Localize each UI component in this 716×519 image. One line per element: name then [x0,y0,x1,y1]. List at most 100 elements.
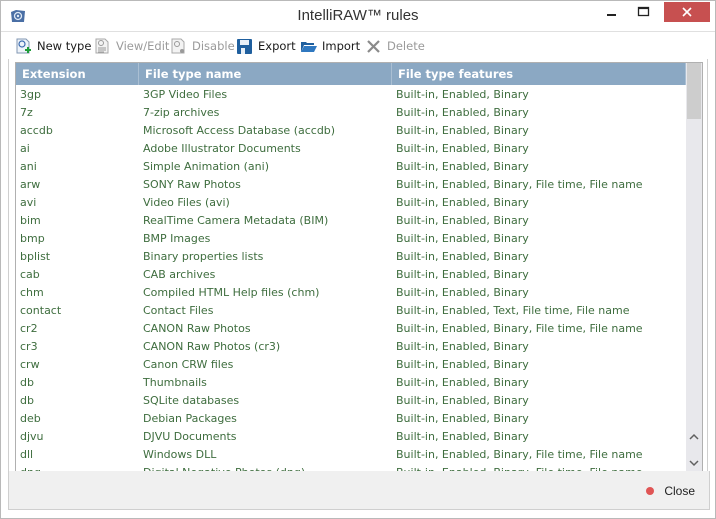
file-types-table: Extension File type name File type featu… [15,62,703,472]
table-row[interactable]: arw SONY Raw Photos Built-in, Enabled, Bin… [16,176,686,194]
scroll-up-arrow-icon[interactable] [686,429,702,445]
cell-file-type-features: Built-in, Enabled, Binary [396,214,529,227]
column-header-extension[interactable]: Extension [16,63,139,85]
cell-file-type-features: Built-in, Enabled, Binary [396,88,529,101]
table-row[interactable]: chm Compiled HTML Help files (chm) Built-i… [16,284,686,302]
cell-extension: dng [16,464,139,471]
table-row[interactable]: bplist Binary properties lists Built-in, E… [16,248,686,266]
disable-icon [171,38,185,53]
table-row[interactable]: bmp BMP Images Built-in, Enabled, Binary [16,230,686,248]
maximize-button[interactable] [628,2,658,22]
cell-file-type-features: Built-in, Enabled, Binary [396,340,529,353]
cell-file-type-name: SQLite databases [143,394,240,407]
cell-file-type-features: Built-in, Enabled, Binary [396,160,529,173]
cell-file-type-features: Built-in, Enabled, Binary, File time, Fi… [396,448,643,461]
cell-file-type-name: Simple Animation (ani) [143,160,269,173]
new-type-button[interactable]: New type [15,36,91,56]
cell-extension: 3gp [20,88,41,101]
vertical-scrollbar[interactable] [686,63,702,471]
table-row[interactable]: dngDigital Negative Photos (dng)Built-in… [16,464,686,471]
cell-extension: deb [20,412,41,425]
cell-extension: db [20,376,34,389]
table-row[interactable]: bim RealTime Camera Metadata (BIM) Built-i… [16,212,686,230]
save-disk-icon [237,38,252,54]
close-dot-icon [646,487,655,495]
cell-file-type-features: Built-in, Enabled, Binary [396,358,529,371]
cell-extension: contact [20,304,62,317]
cell-file-type-features: Built-in, Enabled, Binary [396,106,529,119]
cell-extension: ai [20,142,30,155]
toolbar: New type View/Edit Disable Export Import… [1,31,715,60]
cell-extension: dll [20,448,34,461]
table-row[interactable]: ani Simple Animation (ani) Built-in, Enabl… [16,158,686,176]
cell-file-type-features: Built-in, Enabled, Binary [396,394,529,407]
cell-file-type-name: 3GP Video Files [143,88,228,101]
cell-file-type-features: Built-in, Enabled, Binary [396,250,529,263]
table-row[interactable]: 3gp 3GP Video Files Built-in, Enabled, Bin… [16,86,686,104]
cell-extension: ani [20,160,37,173]
table-row[interactable]: db Thumbnails Built-in, Enabled, Binary [16,374,686,392]
cell-file-type-features: Built-in, Enabled, Binary, File time, Fi… [396,178,643,191]
cell-file-type-name: DJVU Documents [143,430,237,443]
intelliraw-rules-window: IntelliRAW™ rules New type View/Edit Dis… [0,0,716,519]
close-window-button[interactable] [664,2,710,22]
table-row[interactable]: crw Canon CRW files Built-in, Enabled, Bin… [16,356,686,374]
import-button[interactable]: Import [300,36,360,56]
delete-label: Delete [387,39,425,53]
table-row[interactable]: contact Contact Files Built-in, Enabled, T… [16,302,686,320]
table-row[interactable]: deb Debian Packages Built-in, Enabled, Bin… [16,410,686,428]
table-row[interactable]: cab CAB archives Built-in, Enabled, Binary [16,266,686,284]
export-button[interactable]: Export [236,36,296,56]
disable-button[interactable]: Disable [170,36,235,56]
delete-button[interactable]: Delete [365,36,425,56]
maximize-icon [637,6,650,17]
cell-extension: 7z [20,106,33,119]
cell-file-type-name: CAB archives [143,268,216,281]
cell-file-type-features: Built-in, Enabled, Binary [396,196,529,209]
cell-file-type-features: Built-in, Enabled, Binary [396,430,529,443]
cell-file-type-name: Debian Packages [143,412,237,425]
export-label: Export [258,39,296,53]
cell-file-type-name: Contact Files [143,304,214,317]
table-row[interactable]: ai Adobe Illustrator Documents Built-in, E… [16,140,686,158]
table-row[interactable]: 7z 7-zip archives Built-in, Enabled, Binar… [16,104,686,122]
cell-extension: djvu [20,430,44,443]
cell-extension: cr3 [20,340,38,353]
column-header-file-type-name[interactable]: File type name [139,63,392,85]
table-row[interactable]: db SQLite databases Built-in, Enabled, Bin… [16,392,686,410]
delete-x-icon [367,39,380,53]
table-header: Extension File type name File type featu… [16,63,686,85]
cell-extension: cab [20,268,40,281]
cell-file-type-name: Compiled HTML Help files (chm) [143,286,320,299]
cell-extension: bim [20,214,41,227]
cell-extension: crw [20,358,40,371]
minimize-button[interactable] [597,2,627,22]
cell-file-type-features: Built-in, Enabled, Binary [396,142,529,155]
cell-file-type-name: Canon CRW files [143,358,234,371]
cell-file-type-features: Built-in, Enabled, Binary [396,232,529,245]
close-label: Close [664,484,695,498]
column-header-file-type-features[interactable]: File type features [392,63,686,85]
cell-file-type-name: Video Files (avi) [143,196,230,209]
close-button[interactable]: Close [646,484,695,498]
view-edit-button[interactable]: View/Edit [94,36,169,56]
table-row[interactable]: avi Video Files (avi) Built-in, Enabled, B… [16,194,686,212]
cell-extension: chm [20,286,44,299]
cell-file-type-features: Built-in, Enabled, Binary [396,268,529,281]
scroll-down-arrow-icon[interactable] [686,455,702,471]
minimize-icon [607,14,616,16]
table-row[interactable]: accdb Microsoft Access Database (accdb) Bu… [16,122,686,140]
table-row[interactable]: cr2 CANON Raw Photos Built-in, Enabled, Bi… [16,320,686,338]
open-folder-icon [301,41,317,52]
scrollbar-thumb[interactable] [687,63,701,119]
cell-extension: avi [20,196,37,209]
table-row[interactable]: djvu DJVU Documents Built-in, Enabled, Bin… [16,428,686,446]
table-row[interactable]: dll Windows DLL Built-in, Enabled, Binary,… [16,446,686,464]
view-edit-icon [95,38,109,53]
cell-file-type-features: Built-in, Enabled, Binary [396,376,529,389]
cell-file-type-name: Adobe Illustrator Documents [143,142,301,155]
cell-file-type-name: RealTime Camera Metadata (BIM) [143,214,329,227]
cell-extension: db [20,394,34,407]
cell-file-type-name: 7-zip archives [143,106,220,119]
table-row[interactable]: cr3 CANON Raw Photos (cr3) Built-in, Enabl… [16,338,686,356]
